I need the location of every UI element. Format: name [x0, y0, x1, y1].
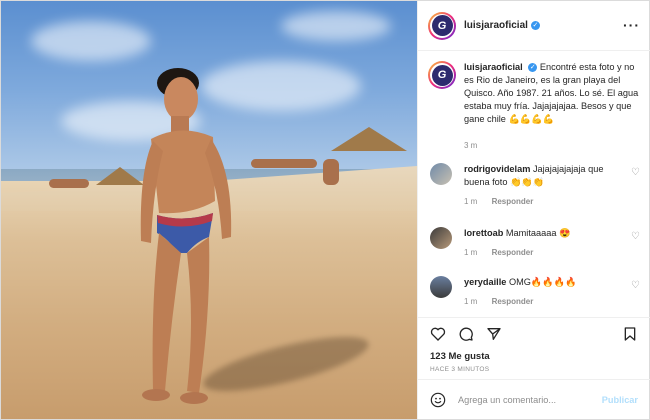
caption-username[interactable]: luisjaraoficial	[464, 62, 523, 72]
verified-badge-icon: ✓	[530, 21, 540, 30]
comment-input[interactable]: Agrega un comentario...	[458, 395, 608, 405]
like-comment-heart-icon[interactable]: ♡	[631, 280, 640, 291]
comment-time[interactable]: 1 m	[464, 297, 477, 306]
like-comment-heart-icon[interactable]: ♡	[631, 231, 640, 242]
comment: lorettoab Mamitaaaaa 😍 1 m Responder ♡	[428, 227, 648, 257]
post-sidebar: G luisjaraoficial ✓ ··· G luisjaraoficia…	[417, 1, 650, 419]
avatar[interactable]	[430, 163, 452, 185]
likes-count[interactable]: 123 Me gusta	[430, 351, 490, 362]
save-bookmark-icon[interactable]	[622, 326, 638, 342]
reply-button[interactable]: Responder	[492, 197, 534, 206]
caption-text: luisjaraoficial ✓ Encontré esta foto y n…	[464, 61, 643, 126]
caption: G luisjaraoficial ✓ Encontré esta foto y…	[428, 61, 643, 126]
reply-button[interactable]: Responder	[492, 297, 534, 306]
reply-button[interactable]: Responder	[492, 248, 534, 257]
share-paper-plane-icon[interactable]	[486, 326, 502, 342]
avatar[interactable]	[430, 227, 452, 249]
comment-bubble-icon[interactable]	[458, 326, 474, 342]
publish-button[interactable]: Publicar	[602, 395, 638, 405]
instagram-post: G luisjaraoficial ✓ ··· G luisjaraoficia…	[0, 0, 650, 420]
more-options-icon[interactable]: ···	[623, 17, 640, 33]
comment-username[interactable]: yerydaille	[464, 277, 506, 287]
post-timestamp: HACE 3 MINUTOS	[430, 366, 490, 373]
comment-username[interactable]: lorettoab	[464, 228, 503, 238]
like-comment-heart-icon[interactable]: ♡	[631, 167, 640, 178]
post-photo[interactable]	[1, 1, 417, 419]
comment: rodrigovidelam Jajajajajajaja que buena …	[428, 163, 648, 206]
username-link[interactable]: luisjaraoficial	[464, 20, 528, 31]
comment-time[interactable]: 1 m	[464, 197, 477, 206]
comment-time[interactable]: 1 m	[464, 248, 477, 257]
emoji-icon[interactable]	[430, 392, 446, 408]
avatar[interactable]	[430, 276, 452, 298]
comment-text: Mamitaaaaa 😍	[505, 228, 571, 238]
avatar[interactable]: G	[428, 61, 456, 89]
comment-username[interactable]: rodrigovidelam	[464, 164, 530, 174]
verified-badge-icon: ✓	[528, 63, 538, 73]
post-header: G luisjaraoficial ✓ ···	[418, 1, 650, 51]
action-bar: 123 Me gusta HACE 3 MINUTOS	[418, 317, 650, 373]
man-figure	[140, 68, 232, 404]
comment-text: OMG🔥🔥🔥🔥	[508, 277, 577, 287]
like-heart-icon[interactable]	[430, 326, 446, 342]
avatar[interactable]: G	[428, 11, 456, 40]
caption-timestamp[interactable]: 3 m	[464, 141, 477, 150]
comment: yerydaille OMG🔥🔥🔥🔥 1 m Responder ♡	[428, 276, 648, 306]
add-comment-bar: Agrega un comentario... Publicar	[418, 379, 650, 419]
